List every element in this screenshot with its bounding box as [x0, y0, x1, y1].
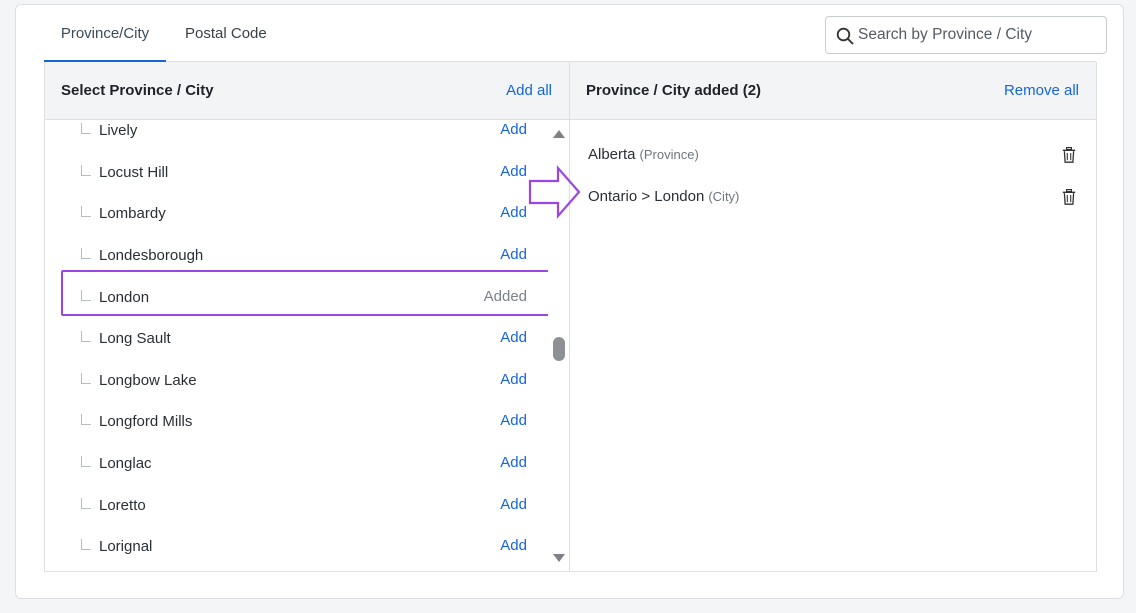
add-all-link[interactable]: Add all — [506, 62, 552, 120]
search-icon — [836, 27, 854, 45]
list-item: Lombardy Add — [45, 193, 547, 235]
added-panel: Province / City added (2) Remove all Alb… — [570, 62, 1096, 571]
search-box[interactable] — [825, 16, 1107, 54]
add-button[interactable]: Add — [500, 193, 527, 233]
tree-connector-icon — [81, 331, 91, 342]
list-item: Lively Add — [45, 121, 547, 152]
list-item-name: London — [99, 289, 150, 306]
list-item-name: Longford Mills — [99, 413, 193, 430]
tab-postal-code[interactable]: Postal Code — [185, 5, 267, 62]
trash-icon[interactable] — [1062, 189, 1076, 205]
trash-icon[interactable] — [1062, 147, 1076, 163]
tree-connector-icon — [81, 456, 91, 467]
search-input[interactable] — [858, 17, 1102, 53]
add-button[interactable]: Add — [500, 401, 527, 441]
list-item: Long Sault Add — [45, 318, 547, 360]
added-item: Ontario > London (City) — [570, 176, 1094, 218]
tree-connector-icon — [81, 248, 91, 259]
tab-province-city[interactable]: Province/City — [44, 5, 166, 63]
added-item: Alberta (Province) — [570, 134, 1094, 176]
scrollbar-thumb[interactable] — [553, 337, 565, 361]
location-selector-card: Province/City Postal Code Select Provinc… — [15, 4, 1124, 599]
tree-connector-icon — [81, 123, 91, 134]
list-item-name: Longbow Lake — [99, 372, 197, 389]
panels: Select Province / City Add all Lively Ad… — [44, 62, 1097, 572]
add-button[interactable]: Add — [500, 360, 527, 400]
list-item: Lorignal Add — [45, 526, 547, 568]
list-item: Londesborough Add — [45, 235, 547, 277]
list-item-name: Lorignal — [99, 538, 153, 555]
add-button[interactable]: Add — [500, 443, 527, 483]
tree-connector-icon — [81, 165, 91, 176]
added-panel-header: Province / City added (2) Remove all — [570, 62, 1096, 120]
tree-connector-icon — [81, 539, 91, 550]
scrollbar[interactable] — [548, 121, 569, 571]
scroll-up-icon[interactable] — [553, 130, 565, 138]
list-item-name: Locust Hill — [99, 164, 169, 181]
remove-all-link[interactable]: Remove all — [1004, 62, 1079, 120]
list-item: Locust Hill Add — [45, 152, 547, 194]
add-button[interactable]: Add — [500, 152, 527, 192]
tree-connector-icon — [81, 373, 91, 384]
tree-connector-icon — [81, 290, 91, 301]
list-item-name: Loretto — [99, 497, 146, 514]
list-item-selected: London Added — [45, 277, 547, 319]
list-item-name: Lombardy — [99, 205, 166, 222]
added-panel-title: Province / City added (2) — [586, 82, 762, 99]
available-panel-title: Select Province / City — [61, 82, 214, 99]
tree-connector-icon — [81, 414, 91, 425]
add-button[interactable]: Add — [500, 235, 527, 275]
add-button[interactable]: Add — [500, 485, 527, 525]
list-item: Loretto Add — [45, 485, 547, 527]
available-panel: Select Province / City Add all Lively Ad… — [45, 62, 570, 571]
add-button[interactable]: Add — [500, 526, 527, 566]
available-panel-header: Select Province / City Add all — [45, 62, 569, 120]
tree-connector-icon — [81, 206, 91, 217]
added-item-label: Alberta — [588, 146, 636, 163]
list-item-name: Long Sault — [99, 330, 171, 347]
added-status: Added — [483, 288, 527, 305]
add-button[interactable]: Add — [500, 121, 527, 150]
list-item-name: Londesborough — [99, 247, 204, 264]
list-item: Longbow Lake Add — [45, 360, 547, 402]
added-item-type: (City) — [708, 189, 740, 204]
list-item-name: Longlac — [99, 455, 152, 472]
tab-bar: Province/City Postal Code — [44, 5, 1107, 63]
list-item-name: Lively — [99, 122, 138, 139]
tree-connector-icon — [81, 498, 91, 509]
added-item-type: (Province) — [639, 147, 699, 162]
add-button[interactable]: Add — [500, 318, 527, 358]
list-item: Longford Mills Add — [45, 401, 547, 443]
available-list[interactable]: Lively Add Locust Hill Add Lombardy Add … — [45, 121, 569, 571]
added-item-label: Ontario > London — [588, 188, 705, 205]
scroll-down-icon[interactable] — [553, 554, 565, 562]
list-item: Longlac Add — [45, 443, 547, 485]
